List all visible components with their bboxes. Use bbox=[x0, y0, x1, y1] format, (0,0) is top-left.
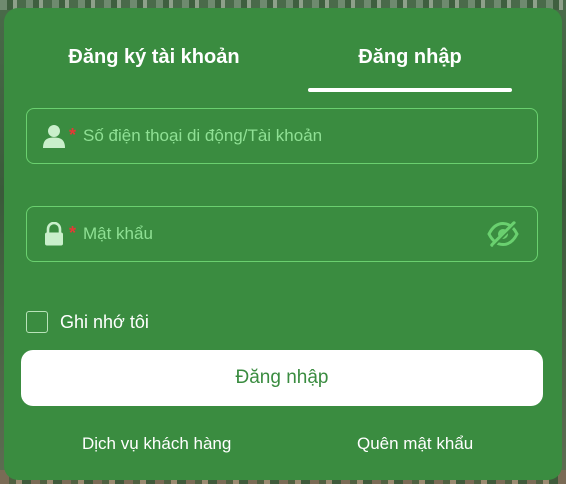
password-input[interactable] bbox=[83, 219, 483, 249]
password-field[interactable]: * bbox=[26, 206, 538, 262]
remember-me-checkbox[interactable] bbox=[26, 311, 48, 333]
tab-register[interactable]: Đăng ký tài khoản bbox=[24, 46, 284, 69]
phone-account-field[interactable]: * bbox=[26, 108, 538, 164]
user-icon bbox=[43, 125, 65, 148]
tab-login[interactable]: Đăng nhập bbox=[280, 46, 540, 69]
auth-tabs: Đăng ký tài khoản Đăng nhập bbox=[4, 8, 562, 92]
required-mark: * bbox=[69, 223, 77, 243]
customer-service-link[interactable]: Dịch vụ khách hàng bbox=[82, 434, 231, 454]
required-mark: * bbox=[69, 125, 77, 145]
eye-slash-icon[interactable] bbox=[487, 221, 519, 247]
login-button[interactable]: Đăng nhập bbox=[21, 350, 543, 406]
login-modal: Đăng ký tài khoản Đăng nhập * * Ghi nhớ … bbox=[4, 8, 562, 480]
remember-me-label: Ghi nhớ tôi bbox=[60, 312, 149, 332]
forgot-password-link[interactable]: Quên mật khẩu bbox=[357, 434, 473, 454]
phone-account-input[interactable] bbox=[83, 121, 483, 151]
lock-icon bbox=[45, 222, 63, 246]
active-tab-indicator bbox=[308, 88, 512, 92]
